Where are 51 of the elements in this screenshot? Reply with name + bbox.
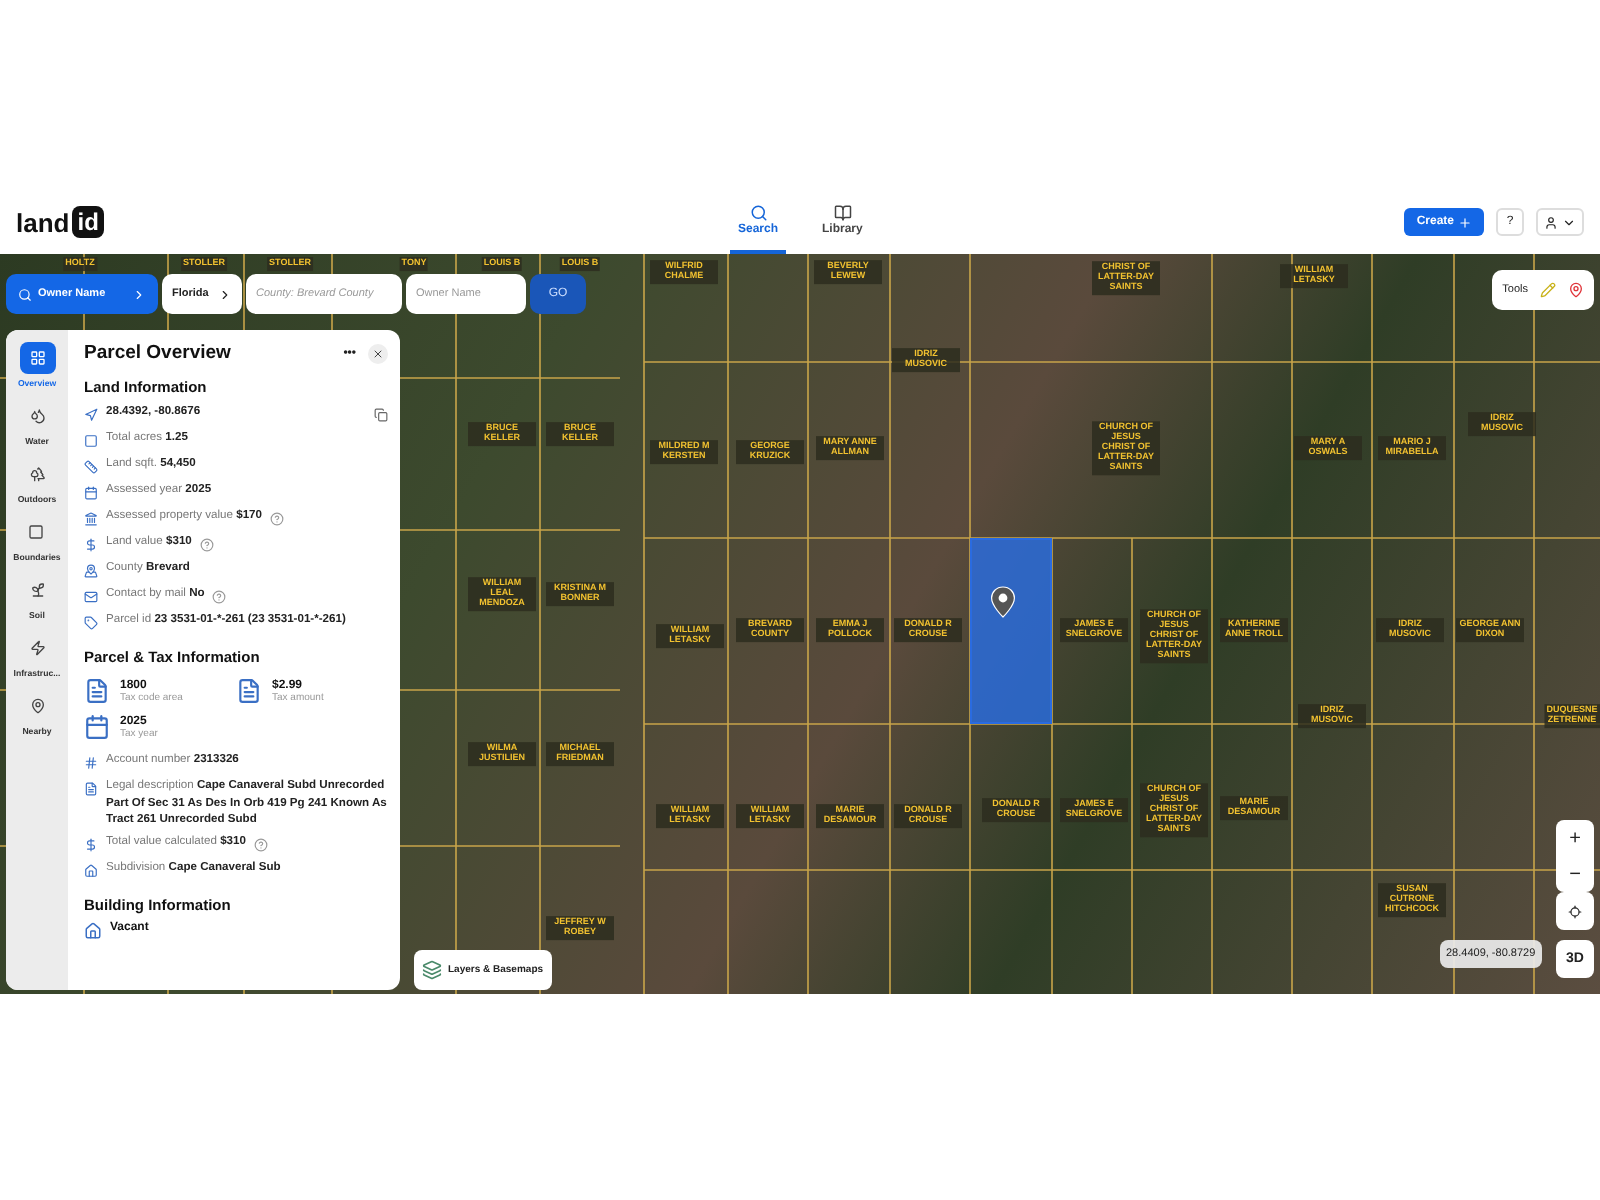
info-icon [84, 537, 98, 551]
document-icon [84, 678, 110, 704]
info-icon [84, 485, 98, 499]
sidebar-icon [29, 350, 45, 366]
chevron-down-icon [1562, 215, 1576, 229]
search-icon [18, 287, 32, 301]
sidebar-icon [29, 698, 45, 714]
sidebar-icon [29, 466, 45, 482]
calendar-icon [84, 714, 110, 740]
chevron-right-icon [218, 287, 232, 301]
book-icon [833, 204, 852, 222]
sidebar-icon [29, 408, 45, 424]
user-icon [1544, 215, 1558, 229]
pencil-icon[interactable] [1540, 282, 1556, 298]
help-icon[interactable] [253, 837, 268, 852]
location-icon [84, 407, 98, 421]
user-menu-button[interactable] [1536, 208, 1584, 236]
info-icon [84, 615, 98, 629]
layers-icon [422, 960, 442, 980]
sidebar-icon [29, 640, 45, 656]
info-icon [84, 563, 98, 577]
zoom-out-button[interactable]: − [1556, 856, 1594, 892]
panel-title: Parcel Overview [84, 342, 231, 364]
help-icon[interactable] [270, 511, 285, 525]
info-icon [84, 433, 98, 447]
locate-button[interactable] [1556, 892, 1594, 930]
help-icon[interactable] [212, 589, 227, 603]
info-icon [84, 589, 98, 603]
sidebar-icon [28, 524, 45, 540]
logo[interactable]: land id [16, 206, 105, 238]
map-pin-icon[interactable] [1568, 282, 1584, 298]
info-icon [84, 781, 98, 795]
info-icon [84, 863, 98, 878]
info-icon [84, 511, 98, 525]
map-pin-icon [990, 586, 1016, 618]
house-icon [84, 922, 102, 941]
sidebar-icon [29, 582, 45, 598]
selected-parcel[interactable] [970, 538, 1052, 724]
zoom-in-button[interactable]: + [1556, 820, 1594, 856]
info-icon [84, 837, 98, 852]
chevron-right-icon [132, 287, 146, 301]
plus-icon [1458, 215, 1472, 229]
info-icon [84, 755, 98, 769]
locate-icon [1568, 903, 1582, 919]
search-icon [749, 204, 767, 222]
document-icon [236, 678, 262, 704]
help-icon[interactable] [199, 537, 214, 551]
copy-icon[interactable] [374, 407, 388, 421]
info-icon [84, 459, 98, 473]
close-button[interactable] [368, 343, 388, 363]
close-icon [372, 347, 384, 359]
